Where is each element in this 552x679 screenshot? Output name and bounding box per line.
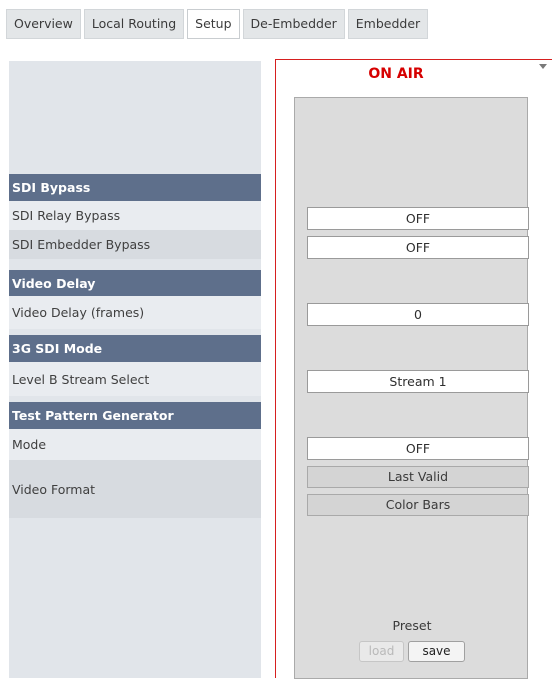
section-header-video-delay: Video Delay: [9, 270, 261, 296]
section-header-test-pattern-generator: Test Pattern Generator: [9, 402, 261, 429]
settings-label-column: SDI Bypass SDI Relay Bypass SDI Embedder…: [9, 61, 261, 678]
panel-menu-arrow-icon[interactable]: [539, 64, 547, 69]
tab-bar: Overview Local Routing Setup De-Embedder…: [6, 9, 431, 39]
tab-setup[interactable]: Setup: [187, 9, 240, 39]
on-air-panel: ON AIR OFF OFF 0 Stream 1 OFF Last Valid…: [275, 59, 552, 679]
tab-de-embedder[interactable]: De-Embedder: [242, 9, 345, 39]
video-format-option-color-bars[interactable]: Color Bars: [307, 494, 529, 516]
tab-overview[interactable]: Overview: [6, 9, 81, 39]
load-button[interactable]: load: [359, 641, 404, 662]
video-delay-input[interactable]: 0: [307, 303, 529, 326]
label-level-b-stream-select: Level B Stream Select: [9, 362, 261, 396]
on-air-status: ON AIR: [368, 66, 424, 82]
section-header-3g-sdi-mode: 3G SDI Mode: [9, 335, 261, 362]
video-format-option-last-valid[interactable]: Last Valid: [307, 466, 529, 488]
label-sdi-embedder-bypass: SDI Embedder Bypass: [9, 230, 261, 259]
tab-embedder[interactable]: Embedder: [347, 9, 429, 39]
label-mode: Mode: [9, 429, 261, 460]
sdi-embedder-bypass-select[interactable]: OFF: [307, 236, 529, 259]
preset-label: Preset: [392, 618, 432, 633]
tab-local-routing[interactable]: Local Routing: [83, 9, 185, 39]
save-button[interactable]: save: [408, 641, 465, 662]
section-header-sdi-bypass: SDI Bypass: [9, 174, 261, 201]
tpg-mode-select[interactable]: OFF: [307, 437, 529, 460]
level-b-stream-select[interactable]: Stream 1: [307, 370, 529, 393]
label-sdi-relay-bypass: SDI Relay Bypass: [9, 201, 261, 230]
control-column: OFF OFF 0 Stream 1 OFF Last Valid Color …: [294, 97, 529, 679]
label-video-format: Video Format: [9, 460, 261, 518]
label-video-delay-frames: Video Delay (frames): [9, 296, 261, 329]
sdi-relay-bypass-select[interactable]: OFF: [307, 207, 529, 230]
